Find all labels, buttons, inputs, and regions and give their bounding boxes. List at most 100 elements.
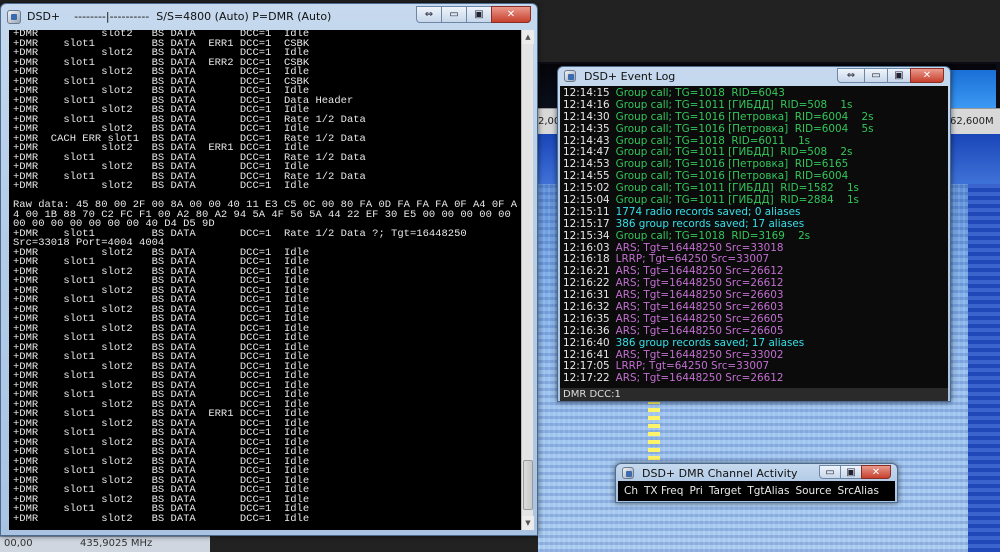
frequency-label-right: 62,600M: [950, 116, 994, 127]
log-entry-time: 12:14:30: [563, 110, 610, 123]
app-icon: [564, 70, 576, 82]
log-entry-message: Group call; TG=1016 [Петровка] RID=6004 …: [615, 122, 874, 135]
log-entry-time: 12:14:16: [563, 98, 610, 111]
log-entry-message: ARS; Tgt=16448250 Src=26603: [615, 289, 784, 302]
log-entry-message: Group call; TG=1018 RID=3169 2s: [615, 229, 811, 242]
log-entry-time: 12:14:35: [563, 122, 610, 135]
console-output[interactable]: +DMR slot2 BS DATA DCC=1 Idle +DMR slot1 …: [9, 30, 521, 530]
log-entry-time: 12:15:02: [563, 182, 610, 195]
log-entry-time: 12:14:53: [563, 158, 610, 171]
scroll-up-icon[interactable]: ▲: [522, 30, 534, 44]
log-entry-time: 12:17:22: [563, 372, 610, 385]
log-entry-time: 12:16:41: [563, 348, 610, 361]
minimize-button[interactable]: ▭: [819, 465, 841, 479]
column-header-target[interactable]: Target: [709, 485, 741, 497]
log-entry-time: 12:16:31: [563, 289, 610, 302]
log-entry[interactable]: 12:14:30 Group call; TG=1016 [Петровка] R…: [560, 110, 948, 124]
log-entry-message: LRRP; Tgt=64250 Src=33007: [615, 253, 770, 266]
log-entry-time: 12:14:55: [563, 170, 610, 183]
log-entry[interactable]: 12:15:34 Group call; TG=1018 RID=3169 2s: [560, 229, 948, 243]
log-entry-time: 12:15:04: [563, 194, 610, 207]
console-line: +DMR slot2 BS DATA DCC=1 Idle: [13, 512, 310, 525]
column-header-ch[interactable]: Ch: [624, 485, 638, 497]
console-titlebar[interactable]: DSD+ --------|---------- S/S=4800 (Auto)…: [1, 4, 537, 30]
log-entry-message: LRRP; Tgt=64250 Src=33007: [615, 360, 770, 373]
event-log-title: DSD+ Event Log: [584, 70, 676, 83]
log-entry-time: 12:16:22: [563, 277, 610, 290]
channel-activity-header: Ch TX Freq Pri Target TgtAlias Source Sr…: [618, 481, 895, 501]
log-entry-message: Group call; TG=1011 [ГИБДД] RID=2884 1s: [615, 194, 859, 207]
log-entry[interactable]: 12:14:35 Group call; TG=1016 [Петровка] R…: [560, 122, 948, 136]
log-entry-message: Group call; TG=1016 [Петровка] RID=6004 …: [615, 110, 874, 123]
log-entry[interactable]: 12:14:16 Group call; TG=1011 [ГИБДД] RID=…: [560, 98, 948, 112]
log-entry[interactable]: 12:16:40 386 group records saved; 17 alia…: [560, 336, 948, 350]
log-entry-message: ARS; Tgt=16448250 Src=26605: [615, 324, 784, 337]
channel-activity-title: DSD+ DMR Channel Activity: [642, 467, 798, 480]
log-entry-time: 12:16:18: [563, 253, 610, 266]
close-button[interactable]: ✕: [491, 6, 531, 23]
minimize-button[interactable]: ▭: [441, 6, 467, 23]
log-entry-message: ARS; Tgt=16448250 Src=26612: [615, 277, 784, 290]
close-button[interactable]: ✕: [910, 68, 944, 83]
log-entry-time: 12:15:34: [563, 229, 610, 242]
background-status-bar: 00,00 435,9025 MHz: [0, 536, 210, 552]
log-entry-time: 12:17:05: [563, 360, 610, 373]
column-header-source[interactable]: Source: [795, 485, 831, 497]
log-entry-message: ARS; Tgt=16448250 Src=26612: [615, 265, 784, 278]
log-entry-message: Group call; TG=1011 [ГИБДД] RID=508 1s: [615, 98, 853, 111]
log-entry[interactable]: 12:16:36 ARS; Tgt=16448250 Src=26605: [560, 324, 948, 338]
log-entry-message: Group call; TG=1018 RID=6043: [615, 87, 785, 99]
maximize-button[interactable]: ▣: [887, 68, 911, 83]
restore-button[interactable]: ⇔: [416, 6, 442, 23]
scroll-thumb[interactable]: [523, 460, 533, 510]
log-entry-message: Group call; TG=1011 [ГИБДД] RID=1582 1s: [615, 182, 859, 195]
status-frequency: 435,9025 MHz: [80, 538, 153, 549]
column-header-src-alias[interactable]: SrcAlias: [838, 485, 879, 497]
app-icon: [7, 10, 21, 24]
spectrum-peak: [950, 70, 996, 110]
minimize-button[interactable]: ▭: [864, 68, 888, 83]
waterfall-edge: [968, 184, 1000, 552]
log-entry-message: ARS; Tgt=16448250 Src=26605: [615, 312, 784, 325]
log-entry[interactable]: 12:15:11 1774 radio records saved; 0 alia…: [560, 205, 948, 219]
log-entry-time: 12:14:15: [563, 87, 610, 99]
maximize-button[interactable]: ▣: [840, 465, 862, 479]
console-title: DSD+ --------|---------- S/S=4800 (Auto)…: [27, 10, 332, 23]
log-entry-time: 12:16:36: [563, 324, 610, 337]
log-entry-time: 12:15:11: [563, 205, 610, 218]
event-log-list[interactable]: 12:14:15 Group call; TG=1018 RID=6043 12:1…: [560, 86, 948, 388]
restore-button[interactable]: ⇔: [837, 68, 865, 83]
maximize-button[interactable]: ▣: [466, 6, 492, 23]
log-entry-message: 386 group records saved; 17 aliases: [615, 336, 805, 349]
column-header-pri[interactable]: Pri: [689, 485, 702, 497]
log-entry-time: 12:16:03: [563, 241, 610, 254]
console-window[interactable]: DSD+ --------|---------- S/S=4800 (Auto)…: [0, 3, 538, 536]
log-entry[interactable]: 12:17:22 ARS; Tgt=16448250 Src=26612: [560, 372, 948, 385]
waterfall-signal-trace: [648, 398, 660, 468]
console-text: +DMR slot2 BS DATA DCC=1 Idle +DMR slot1 …: [13, 30, 521, 524]
console-line: +DMR slot2 BS DATA DCC=1 Idle: [13, 180, 310, 192]
log-entry-time: 12:16:21: [563, 265, 610, 278]
log-entry-time: 12:15:17: [563, 217, 610, 230]
log-entry-time: 12:14:47: [563, 146, 610, 159]
log-entry-message: Group call; TG=1016 [Петровка] RID=6004: [615, 170, 849, 183]
window-controls: ⇔ ▭ ▣ ✕: [416, 6, 531, 24]
console-scrollbar[interactable]: ▲ ▼: [521, 30, 534, 530]
window-controls: ⇔ ▭ ▣ ✕: [837, 68, 944, 86]
event-log-window[interactable]: DSD+ Event Log ⇔ ▭ ▣ ✕ 12:14:15 Group cal…: [557, 66, 951, 402]
log-entry-message: Group call; TG=1018 RID=6011 1s: [615, 134, 811, 147]
channel-activity-window[interactable]: DSD+ DMR Channel Activity ▭ ▣ ✕ Ch TX Fr…: [615, 463, 898, 503]
app-icon: [622, 467, 634, 479]
column-header-tgt-alias[interactable]: TgtAlias: [747, 485, 789, 497]
log-entry-time: 12:16:40: [563, 336, 610, 349]
log-entry-time: 12:14:43: [563, 134, 610, 147]
log-entry-message: Group call; TG=1016 [Петровка] RID=6165: [615, 158, 849, 171]
scroll-down-icon[interactable]: ▼: [522, 516, 534, 530]
close-button[interactable]: ✕: [861, 465, 891, 479]
log-entry-time: 12:16:35: [563, 312, 610, 325]
log-entry-message: ARS; Tgt=16448250 Src=33002: [615, 348, 784, 361]
log-entry[interactable]: 12:15:17 386 group records saved; 17 alia…: [560, 217, 948, 231]
log-entry-message: ARS; Tgt=16448250 Src=26612: [615, 372, 784, 385]
log-entry-time: 12:16:32: [563, 301, 610, 314]
column-header-tx-freq[interactable]: TX Freq: [644, 485, 683, 497]
